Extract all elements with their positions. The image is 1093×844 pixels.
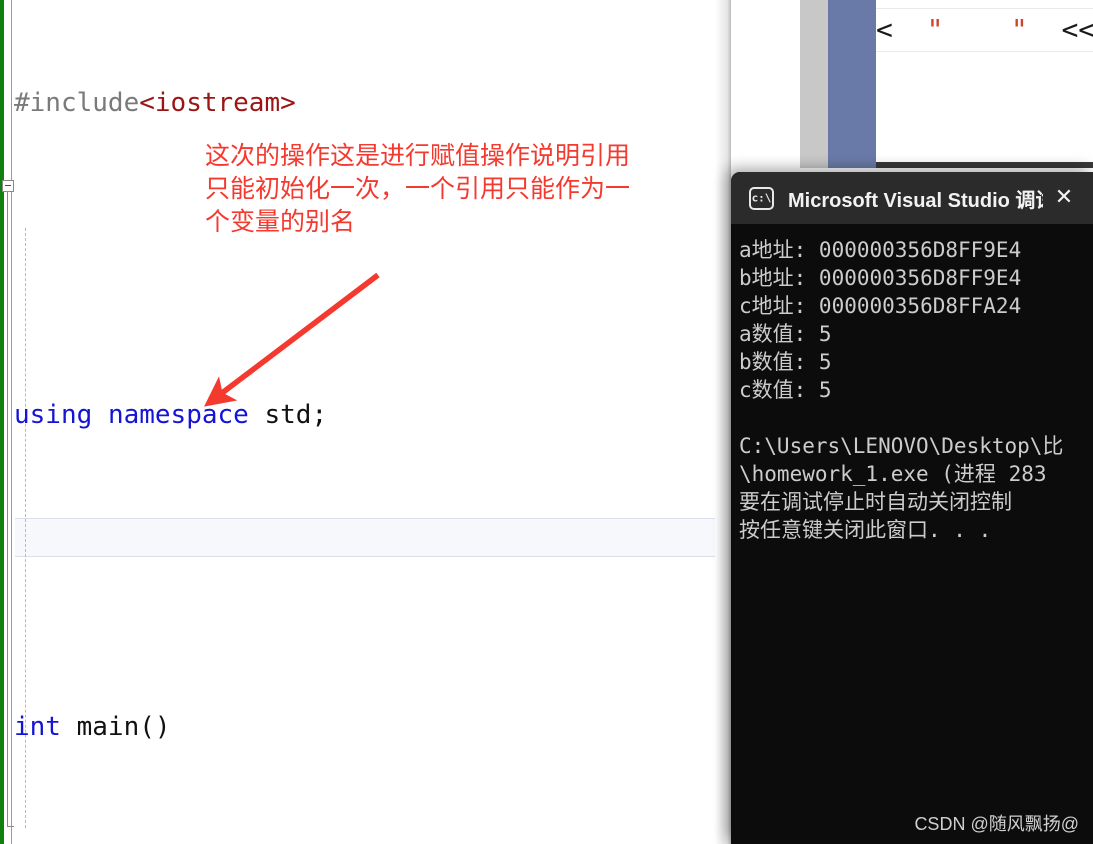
background-code-text: < " " << d; <box>876 13 1093 46</box>
background-editor-bottom-bar <box>876 162 1093 168</box>
console-output-text: a地址: 000000356D8FF9E4 b地址: 000000356D8FF… <box>739 238 1064 542</box>
code-line-blank-1 <box>14 240 567 279</box>
terminal-icon-glyph: c:\ <box>751 191 772 205</box>
console-title-bar[interactable]: c:\ Microsoft Visual Studio 调试控 ✕ <box>731 172 1093 224</box>
code-fold-region-line <box>7 192 8 826</box>
editor-edge-shadow <box>715 0 731 844</box>
token-include-directive: #include <box>14 88 140 118</box>
token-std: std; <box>264 400 328 430</box>
token-using: using <box>14 400 93 430</box>
token-include-header: <iostream> <box>139 88 296 118</box>
gutter-separator-line <box>11 0 12 844</box>
screen-root: < " " << d; #include<iostream> using nam… <box>0 0 1093 844</box>
red-annotation-text: 这次的操作这是进行赋值操作说明引用 只能初始化一次，一个引用只能作为一 个变量的… <box>205 141 631 236</box>
code-editor[interactable]: #include<iostream> using namespace std; … <box>0 0 731 844</box>
code-fold-region-end <box>7 826 14 827</box>
background-line-separator-top <box>868 8 1093 9</box>
token-namespace: namespace <box>107 400 249 430</box>
code-text[interactable]: #include<iostream> using namespace std; … <box>14 6 567 844</box>
code-line-include: #include<iostream> <box>14 84 567 123</box>
background-code-editor[interactable]: < " " << d; <box>800 0 1093 168</box>
code-line-main: int main() <box>14 708 567 747</box>
console-window[interactable]: c:\ Microsoft Visual Studio 调试控 ✕ a地址: 0… <box>731 172 1093 844</box>
csdn-watermark: CSDN @随风飘扬@ <box>914 814 1079 834</box>
terminal-icon: c:\ <box>749 186 774 210</box>
code-line-blank-2 <box>14 552 567 591</box>
token-int-main: int <box>14 712 61 742</box>
background-editor-gutter <box>800 0 828 168</box>
console-window-title: Microsoft Visual Studio 调试控 <box>788 189 1043 212</box>
change-indicator-bar <box>0 0 4 844</box>
background-line-separator-bottom <box>868 51 1093 52</box>
code-fold-toggle-icon[interactable] <box>2 180 14 192</box>
code-line-using: using namespace std; <box>14 396 567 435</box>
close-icon[interactable]: ✕ <box>1051 185 1077 211</box>
background-editor-selection-band <box>828 0 876 168</box>
token-main-signature: main() <box>76 712 171 742</box>
